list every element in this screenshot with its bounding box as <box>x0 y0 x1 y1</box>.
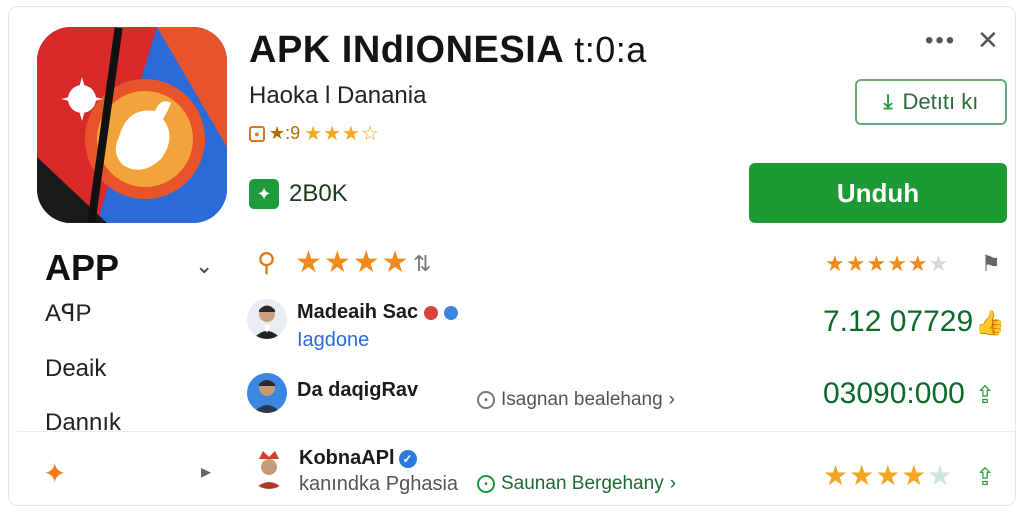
rating-stars: ★★★☆ <box>304 123 380 145</box>
review-3-link-text: Saunan Bergehany <box>501 473 664 494</box>
right-stars-filled: ★★★★★ <box>825 251 929 276</box>
review-1-sub[interactable]: Iagdone <box>297 329 369 352</box>
detail-button-label: Detıtı kı <box>902 89 979 114</box>
review-2-name: Da daqigRav <box>297 379 419 401</box>
chevron-down-icon[interactable]: ⌄ <box>195 253 213 279</box>
app-title-text: APK INdIONESIA <box>249 29 565 71</box>
rating-value: ★:9 <box>269 123 301 143</box>
divider <box>17 431 1015 432</box>
review-2-link-text: Isagnan bealehang <box>501 389 663 410</box>
brand-logo-icon: ✦ <box>43 458 67 489</box>
share-icon[interactable]: ⇪ <box>975 381 995 410</box>
badge-red-icon <box>424 305 439 320</box>
verified-icon: ✓ <box>398 449 417 468</box>
bottom-stars-filled: ★★★★ <box>823 460 928 491</box>
thumbs-up-icon[interactable]: 👍 <box>975 309 1005 338</box>
menu-item-dannik[interactable]: Dannık <box>45 409 121 437</box>
review-3-name-text: KobnaAPl <box>299 447 395 469</box>
right-stars: ★★★★★★ <box>825 251 949 277</box>
menu-item-deaik[interactable]: Deaik <box>45 355 106 383</box>
right-stars-dim: ★ <box>928 251 950 276</box>
download-count-value: 2B0K <box>289 180 348 207</box>
developer-name[interactable]: Haoka l Danania <box>249 82 426 110</box>
review-3-name: KobnaAPl ✓ <box>299 447 417 470</box>
download-icon: ⤓ <box>883 90 893 113</box>
summary-stars: ★★★★ <box>295 246 411 279</box>
review-1-count: 7.12 07729 <box>823 305 974 338</box>
badge-blue-icon <box>444 305 459 320</box>
chevron-right-icon: › <box>669 473 677 494</box>
bottom-stars: ★★★★★ <box>823 459 954 492</box>
app-title-suffix: t:0:a <box>574 29 647 70</box>
avatar[interactable] <box>247 299 287 339</box>
rating-box-icon: ● <box>249 125 265 142</box>
info-icon: • <box>477 391 495 409</box>
review-3-sub: kanındka Pghasia <box>299 473 459 495</box>
more-icon[interactable]: ••• <box>925 27 956 55</box>
detail-button[interactable]: ⤓ Detıtı kı <box>855 79 1007 125</box>
menu-item-app[interactable]: AꟼP <box>45 299 92 328</box>
download-count: ✦ 2B0K <box>249 179 348 209</box>
pin-icon: ⚲ <box>257 247 277 277</box>
chevron-right-icon: › <box>668 389 675 410</box>
info-icon: • <box>477 475 495 493</box>
review-2-link[interactable]: • Isagnan bealehang › <box>477 389 675 411</box>
flag-icon[interactable]: ⚑ <box>981 251 1001 277</box>
download-badge-icon: ✦ <box>249 179 279 209</box>
share-icon[interactable]: ⇪ <box>975 463 995 492</box>
rating-row: ● ★:9 ★★★☆ <box>249 121 380 146</box>
app-card: APK INdIONESIA t:0:a Haoka l Danania ● ★:… <box>8 6 1016 506</box>
review-2-count: 03090:000 <box>823 377 965 410</box>
avatar[interactable] <box>249 449 289 489</box>
bottom-stars-dim: ★ <box>927 460 954 491</box>
install-button[interactable]: Unduh <box>749 163 1007 223</box>
app-title: APK INdIONESIA t:0:a <box>249 29 647 72</box>
thumb-icon[interactable]: ⇅ <box>413 251 431 277</box>
app-logo-icon[interactable] <box>37 27 227 223</box>
review-1-name: Madeaih Sac <box>297 301 459 324</box>
review-1-name-text: Madeaih Sac <box>297 301 419 323</box>
menu-title: APP <box>45 247 120 288</box>
review-3-link[interactable]: • Saunan Bergehany › <box>477 473 676 495</box>
close-icon[interactable]: ✕ <box>977 25 999 56</box>
avatar[interactable] <box>247 373 287 413</box>
chevron-right-icon[interactable]: ▸ <box>201 459 211 484</box>
